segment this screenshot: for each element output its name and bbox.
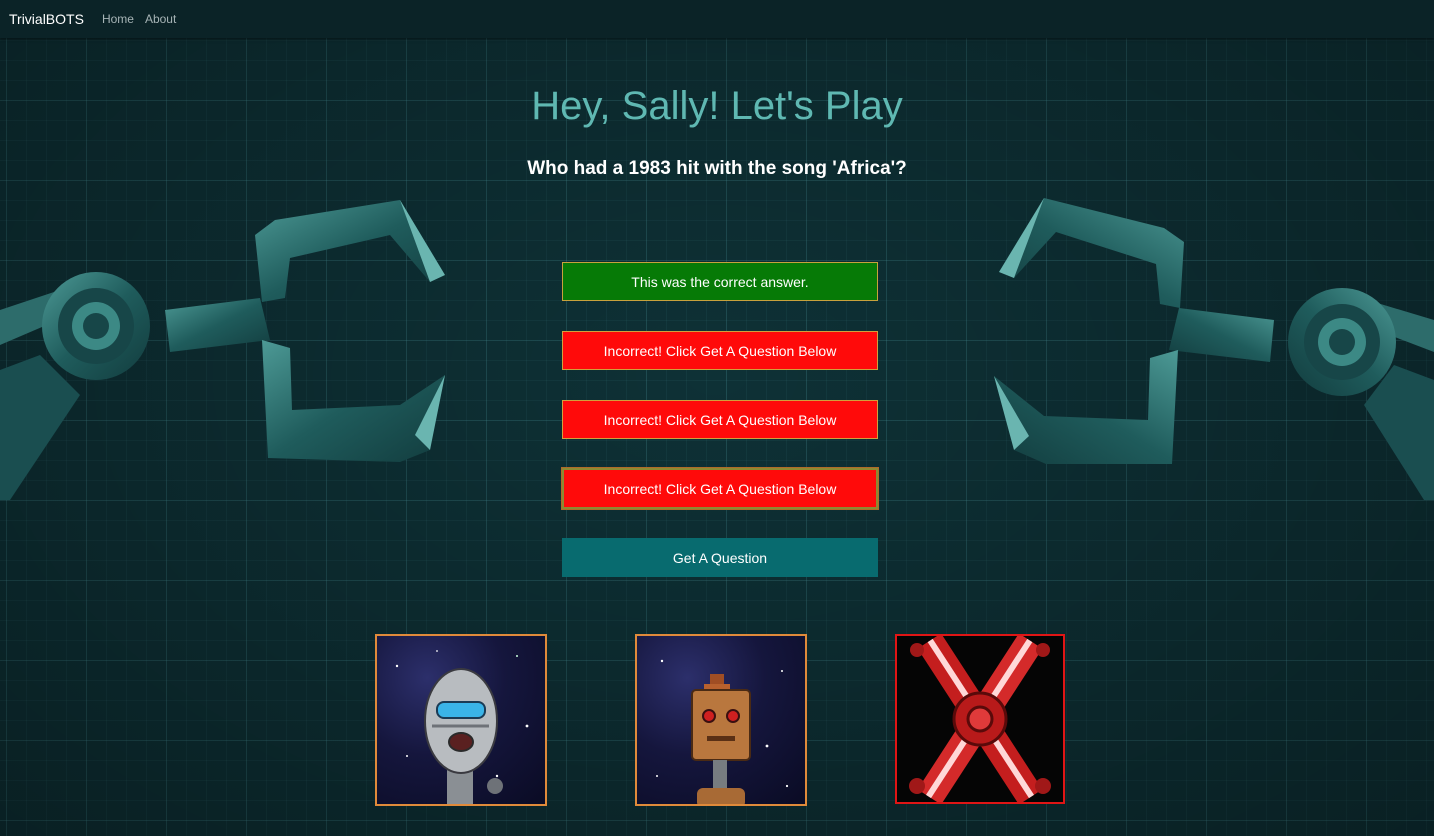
answer-button-2[interactable]: Incorrect! Click Get A Question Below — [562, 331, 878, 370]
red-x-gear-icon — [897, 636, 1063, 802]
navbar: TrivialBOTS Home About — [0, 0, 1434, 38]
bot-card-silver[interactable] — [375, 634, 547, 806]
silver-robot-icon — [395, 650, 529, 804]
robot-claw-right-icon — [994, 198, 1434, 500]
nav-link-home[interactable]: Home — [102, 12, 134, 26]
nav-link-about[interactable]: About — [145, 12, 176, 26]
brand-logo[interactable]: TrivialBOTS — [9, 11, 84, 27]
answer-button-1[interactable]: This was the correct answer. — [562, 262, 878, 301]
question-text: Who had a 1983 hit with the song 'Africa… — [527, 158, 907, 179]
page-title: Hey, Sally! Let's Play — [531, 84, 903, 128]
answer-button-3[interactable]: Incorrect! Click Get A Question Below — [562, 400, 878, 439]
bronze-robot-icon — [656, 659, 789, 804]
bot-card-x[interactable] — [895, 634, 1065, 804]
bot-card-bronze[interactable] — [635, 634, 807, 806]
robot-claw-left-icon — [0, 200, 445, 500]
answer-button-4[interactable]: Incorrect! Click Get A Question Below — [562, 468, 878, 509]
get-question-button[interactable]: Get A Question — [562, 538, 878, 577]
